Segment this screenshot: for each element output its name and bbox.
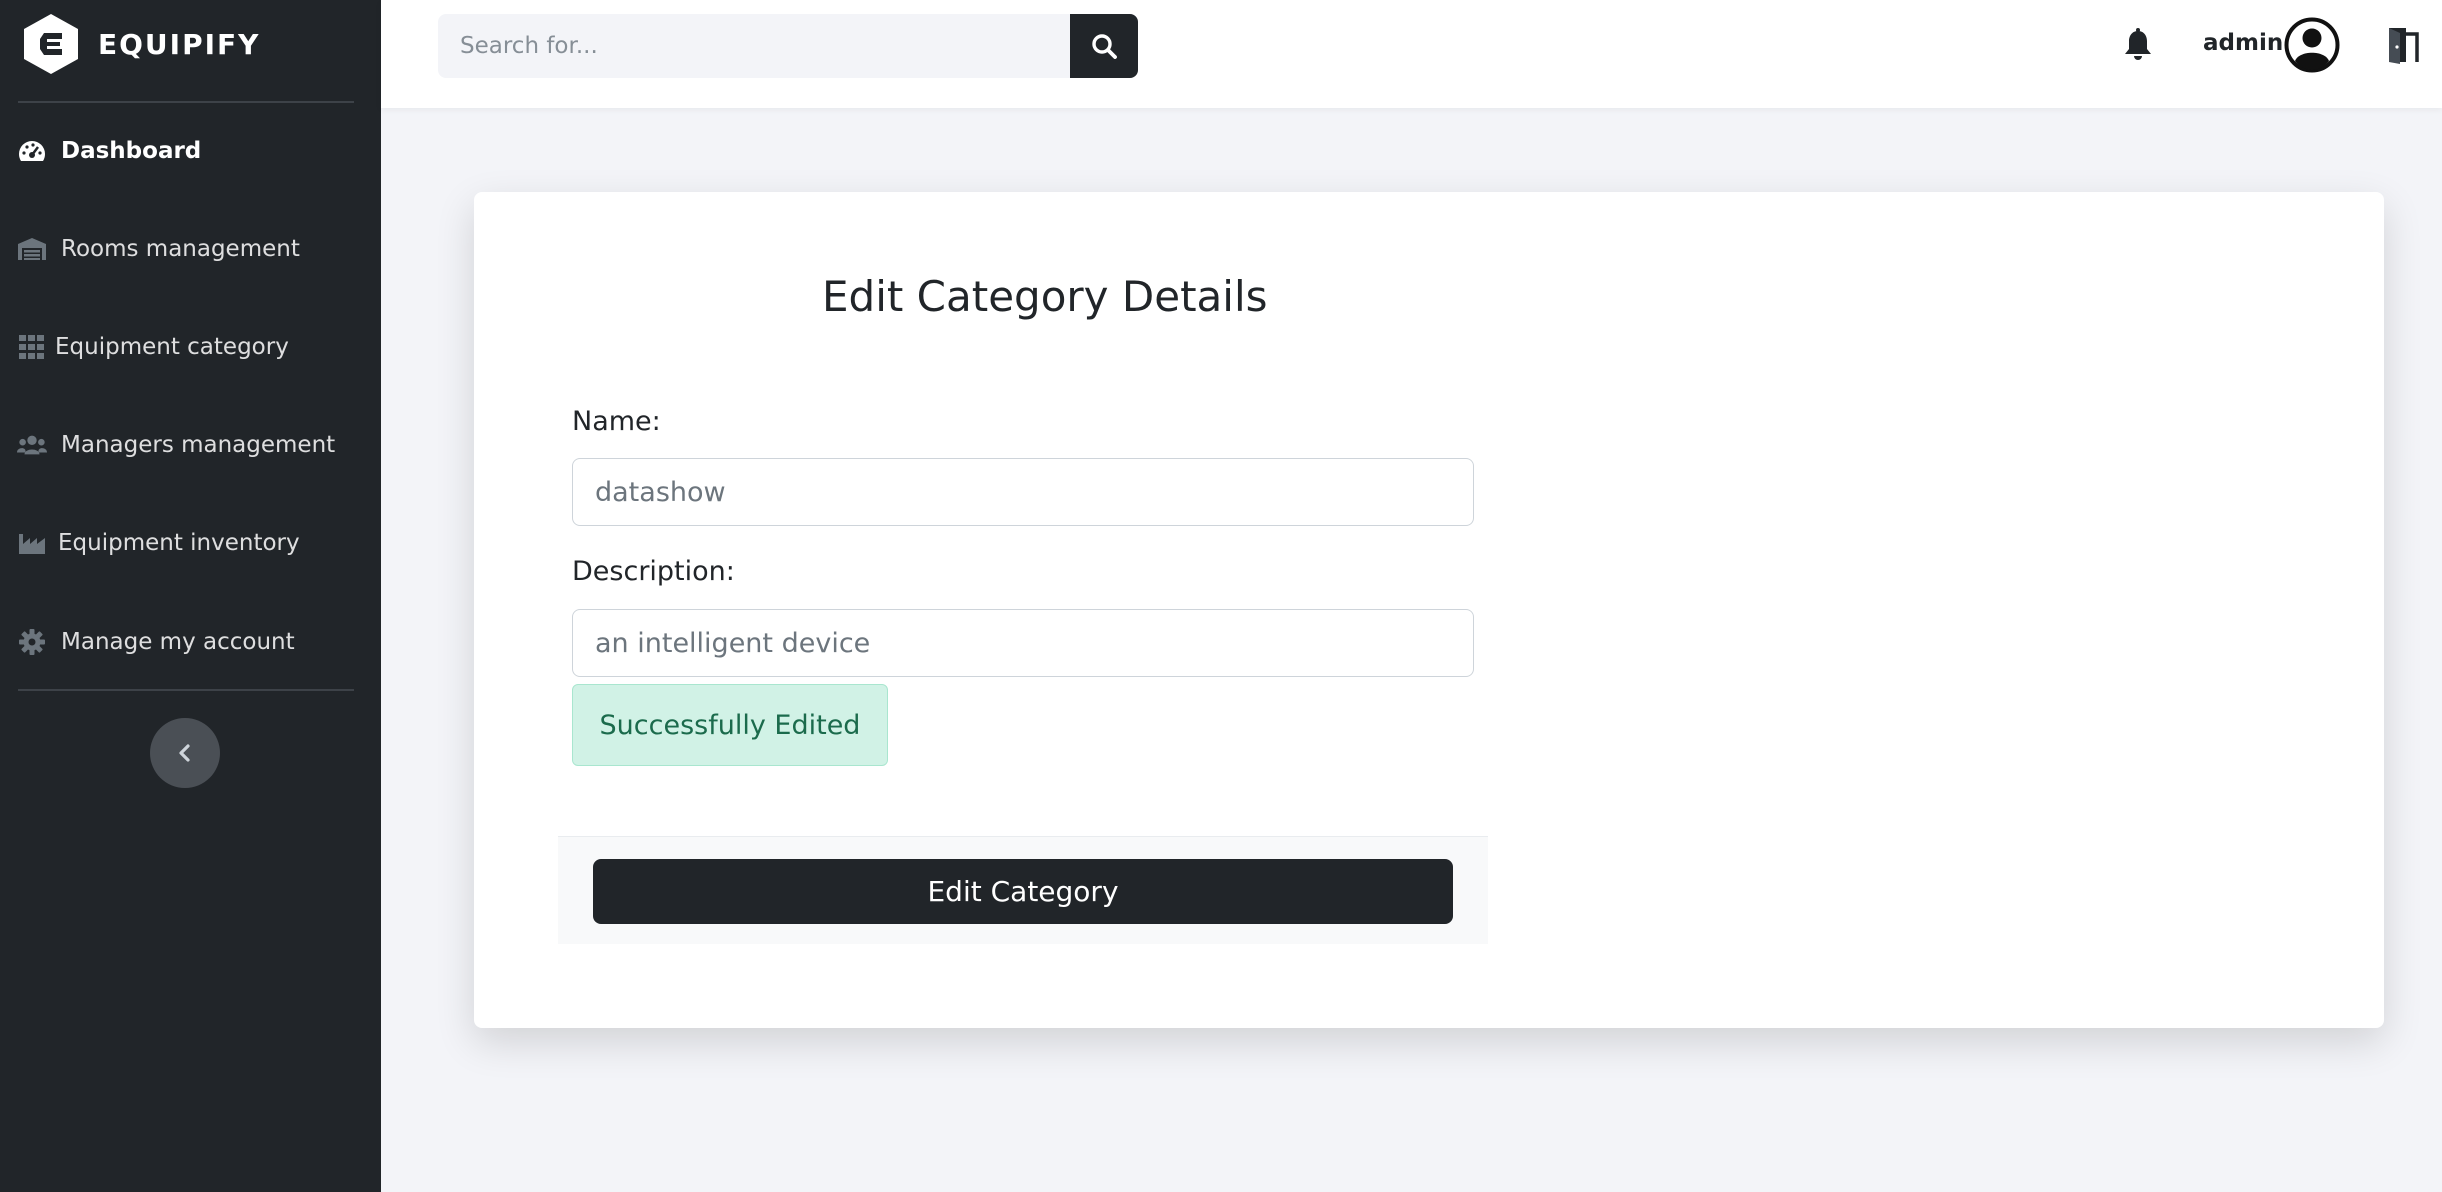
form-footer: Edit Category: [558, 836, 1488, 944]
sidebar-divider: [18, 689, 354, 691]
edit-category-card: Edit Category Details Name: Description:…: [474, 192, 2384, 1028]
sidebar-item-rooms-management[interactable]: Rooms management: [0, 219, 381, 279]
search-bar: [438, 14, 1138, 78]
sidebar-divider: [18, 101, 354, 103]
search-button[interactable]: [1070, 14, 1138, 78]
sidebar-item-label: Rooms management: [61, 236, 300, 262]
sidebar: EQUIPIFY Dashboard Rooms management Equi…: [0, 0, 381, 1192]
warehouse-icon: [17, 237, 47, 261]
name-input[interactable]: [572, 458, 1474, 526]
sidebar-item-label: Manage my account: [61, 629, 295, 655]
description-input[interactable]: [572, 609, 1474, 677]
sidebar-item-label: Equipment inventory: [58, 530, 300, 556]
user-circle-icon[interactable]: [2284, 17, 2340, 73]
equipify-logo-icon: [24, 14, 78, 74]
door-exit-icon[interactable]: [2386, 26, 2422, 64]
sidebar-item-managers-management[interactable]: Managers management: [0, 415, 381, 475]
gauge-icon: [17, 139, 47, 163]
search-input[interactable]: [438, 14, 1070, 78]
sidebar-toggle-button[interactable]: [150, 718, 220, 788]
name-label: Name:: [572, 406, 661, 437]
topbar: admin: [381, 0, 2442, 108]
sidebar-item-manage-my-account[interactable]: Manage my account: [0, 612, 381, 672]
sidebar-item-label: Managers management: [61, 432, 336, 458]
industry-icon: [17, 531, 47, 555]
sidebar-item-label: Dashboard: [61, 138, 202, 164]
sidebar-item-dashboard[interactable]: Dashboard: [0, 121, 381, 181]
gear-icon: [17, 629, 47, 655]
bell-icon[interactable]: [2122, 28, 2154, 62]
sidebar-item-equipment-category[interactable]: Equipment category: [0, 317, 381, 377]
user-name[interactable]: admin: [2203, 30, 2283, 56]
sidebar-item-label: Equipment category: [55, 334, 289, 360]
grid-icon: [17, 335, 47, 359]
edit-category-button[interactable]: Edit Category: [593, 859, 1453, 924]
description-label: Description:: [572, 556, 735, 587]
search-icon: [1092, 34, 1117, 59]
brand-name: EQUIPIFY: [98, 27, 261, 61]
success-alert: Successfully Edited: [572, 684, 888, 766]
brand[interactable]: EQUIPIFY: [22, 13, 260, 75]
page-title: Edit Category Details: [822, 272, 1268, 321]
users-icon: [17, 433, 47, 457]
chevron-left-icon: [179, 744, 190, 762]
sidebar-item-equipment-inventory[interactable]: Equipment inventory: [0, 513, 381, 573]
